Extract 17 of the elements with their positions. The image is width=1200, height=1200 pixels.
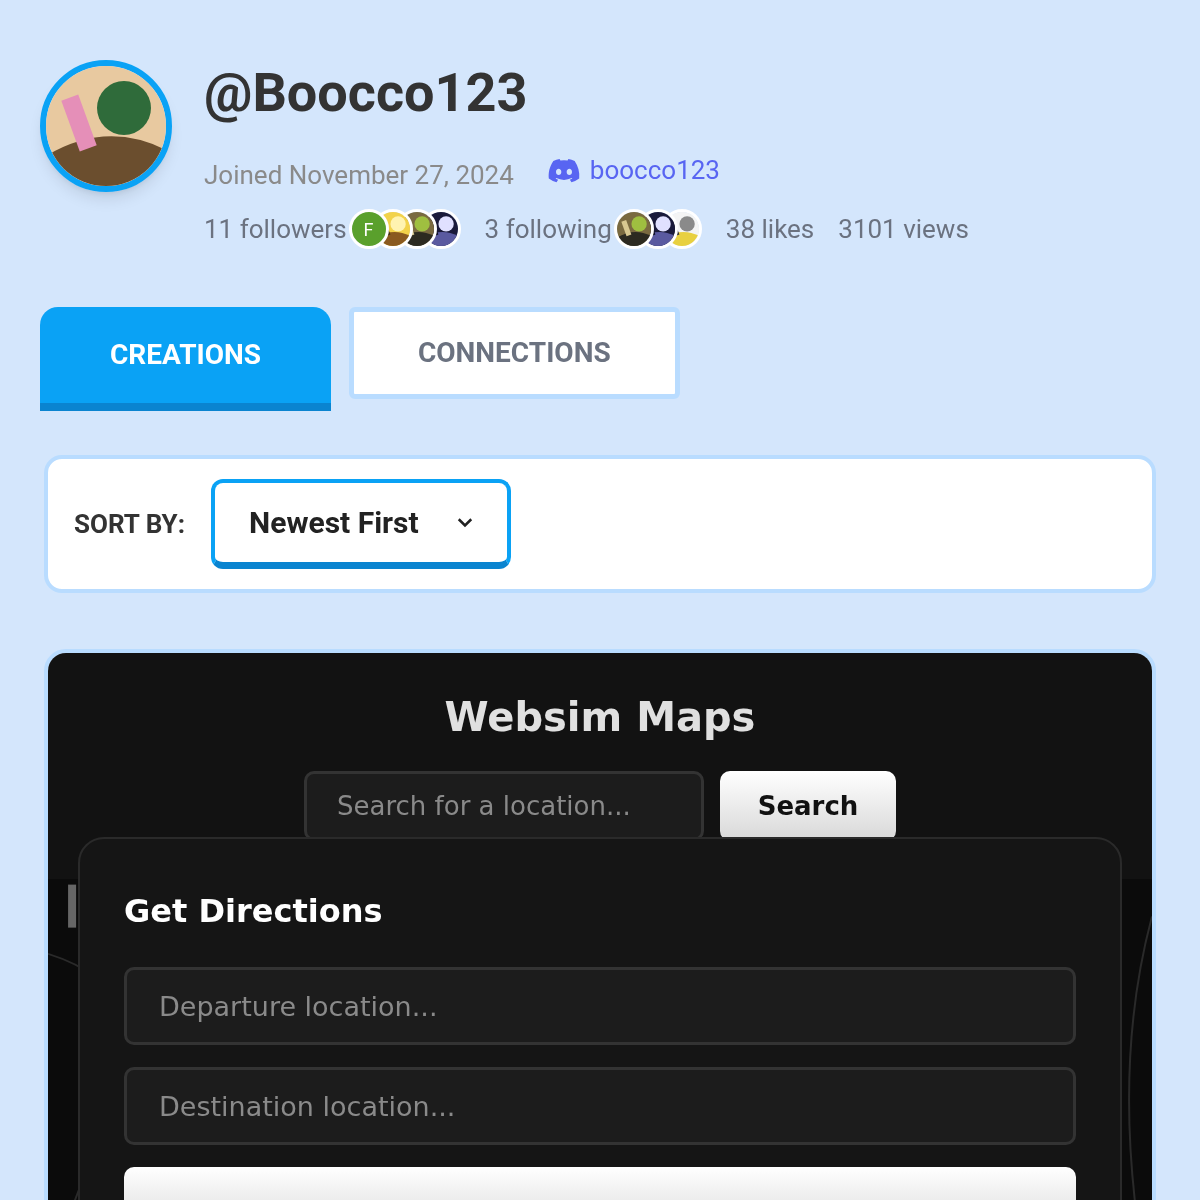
tab[interactable]: CREATIONS: [40, 307, 331, 411]
tab[interactable]: CONNECTIONS: [349, 307, 680, 399]
departure-field[interactable]: Departure location...: [124, 967, 1076, 1045]
join-date: Joined November 27, 2024: [204, 159, 514, 192]
panel-title: Get Directions: [124, 891, 384, 932]
likes-count: 38 likes: [725, 212, 815, 246]
destination-field[interactable]: Destination location...: [124, 1067, 1076, 1145]
avatar[interactable]: F: [348, 209, 389, 249]
chevron-down-icon: [457, 517, 474, 528]
views-count: 3101 views: [838, 212, 969, 246]
following-count[interactable]: 3 following: [484, 209, 612, 249]
discord-icon: [547, 158, 580, 183]
followers-count[interactable]: 11 followers: [204, 209, 347, 249]
sort-select[interactable]: Newest First: [211, 479, 512, 569]
discord-link[interactable]: boocco123: [547, 151, 720, 190]
app-title: Websim Maps: [444, 693, 756, 742]
sort-label: SORT BY:: [74, 507, 186, 541]
